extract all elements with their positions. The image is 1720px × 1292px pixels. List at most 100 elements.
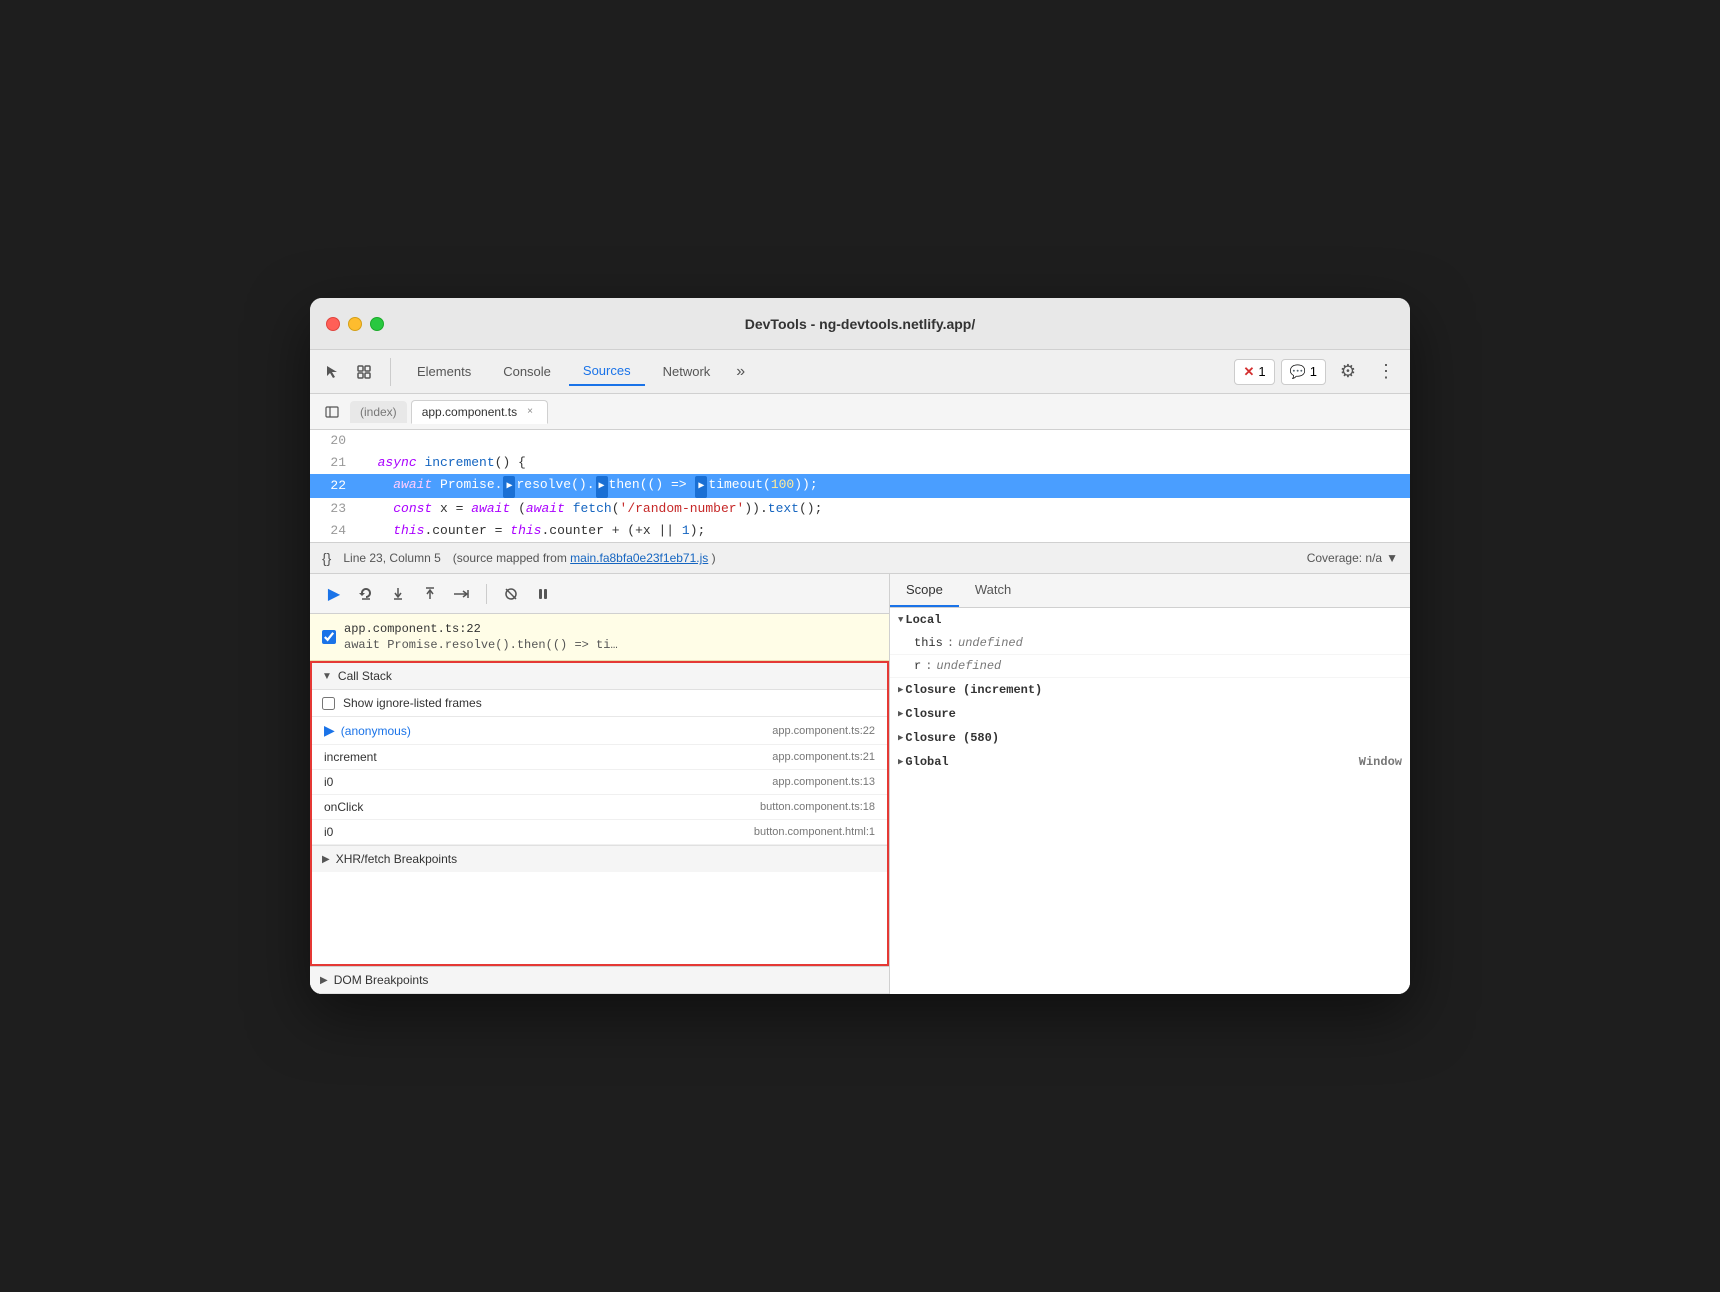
scope-group-closure-580[interactable]: ▶ Closure (580) (890, 726, 1410, 750)
tab-network[interactable]: Network (649, 358, 725, 385)
file-tab-component[interactable]: app.component.ts × (411, 400, 548, 424)
coverage-label: Coverage: n/a (1307, 551, 1382, 565)
error-badge-button[interactable]: ✕ 1 (1234, 359, 1274, 385)
message-badge-button[interactable]: 💬 1 (1281, 359, 1326, 385)
cursor-icon[interactable] (318, 358, 346, 386)
scope-val-this: undefined (958, 636, 1023, 650)
main-tab-bar: Elements Console Sources Network » ✕ 1 💬… (310, 350, 1410, 394)
devtools-window: DevTools - ng-devtools.netlify.app/ Elem… (310, 298, 1410, 994)
closure-triangle-icon: ▶ (898, 709, 903, 719)
call-stack-title: Call Stack (338, 669, 392, 683)
call-stack-location-2: app.component.ts:13 (772, 776, 875, 788)
step-into-button[interactable] (386, 582, 410, 606)
line-number-20: 20 (310, 430, 358, 452)
call-stack-item-2[interactable]: i0 app.component.ts:13 (312, 770, 887, 795)
breakpoint-checkbox[interactable] (322, 630, 336, 644)
scope-group-closure[interactable]: ▶ Closure (890, 702, 1410, 726)
xhr-triangle-icon: ▶ (322, 854, 330, 865)
line-number-23: 23 (310, 498, 358, 520)
call-stack-item-4[interactable]: i0 button.component.html:1 (312, 820, 887, 845)
tab-more[interactable]: » (728, 359, 753, 385)
code-content-23: const x = await (await fetch('/random-nu… (358, 498, 1410, 520)
code-content-21: async increment() { (358, 452, 1410, 474)
close-button[interactable] (326, 317, 340, 331)
file-tab-close-icon[interactable]: × (523, 405, 537, 419)
tab-sources[interactable]: Sources (569, 357, 645, 386)
format-icon[interactable]: {} (322, 550, 331, 566)
tab-icons (318, 358, 391, 386)
scope-key-r: r (914, 659, 921, 673)
dom-breakpoints-section: ▶ DOM Breakpoints (310, 966, 889, 994)
local-group-label: Local (905, 613, 941, 627)
scope-watch-tabs: Scope Watch (890, 574, 1410, 608)
code-line-22: 22 await Promise.▶resolve().▶then(() => … (310, 474, 1410, 498)
call-stack-location-0: app.component.ts:22 (772, 725, 875, 737)
line-number-24: 24 (310, 520, 358, 542)
file-tab-bar: (index) app.component.ts × (310, 394, 1410, 430)
maximize-button[interactable] (370, 317, 384, 331)
scope-group-global[interactable]: ▶ Global Window (890, 750, 1410, 774)
code-line-24: 24 this.counter = this.counter + (+x || … (310, 520, 1410, 542)
step-out-button[interactable] (418, 582, 442, 606)
xhr-breakpoints-section: ▶ XHR/fetch Breakpoints (312, 845, 887, 872)
scope-item-this: this : undefined (890, 632, 1410, 655)
xhr-breakpoints-header[interactable]: ▶ XHR/fetch Breakpoints (312, 845, 887, 872)
call-stack-name-1: increment (324, 750, 377, 764)
dropdown-icon[interactable]: ▼ (1386, 551, 1398, 565)
call-stack-name-2: i0 (324, 775, 333, 789)
tab-elements[interactable]: Elements (403, 358, 485, 385)
show-ignored-checkbox[interactable] (322, 697, 335, 710)
closure-580-triangle-icon: ▶ (898, 733, 903, 743)
scope-content: ▼ Local this : undefined r : undefined ▶… (890, 608, 1410, 994)
call-stack-item-0[interactable]: ▶ (anonymous) app.component.ts:22 (312, 717, 887, 745)
source-mapped-text: (source mapped from main.fa8bfa0e23f1eb7… (453, 551, 716, 565)
minimize-button[interactable] (348, 317, 362, 331)
source-file-link[interactable]: main.fa8bfa0e23f1eb71.js (570, 551, 708, 565)
message-count: 1 (1310, 364, 1317, 379)
tab-console[interactable]: Console (489, 358, 565, 385)
code-editor: 20 21 async increment() { 22 await Promi… (310, 430, 1410, 542)
code-content-22: await Promise.▶resolve().▶then(() => ▶ti… (358, 474, 1410, 498)
more-menu-button[interactable]: ⋮ (1370, 356, 1402, 388)
pause-on-exceptions-button[interactable] (531, 582, 555, 606)
dom-breakpoints-header[interactable]: ▶ DOM Breakpoints (310, 967, 889, 994)
window-title: DevTools - ng-devtools.netlify.app/ (745, 316, 976, 332)
line-number-21: 21 (310, 452, 358, 474)
scope-group-closure-increment[interactable]: ▶ Closure (increment) (890, 678, 1410, 702)
scope-group-local[interactable]: ▼ Local (890, 608, 1410, 632)
status-bar-right: Coverage: n/a ▼ (1307, 551, 1398, 565)
line-number-22: 22 (310, 475, 358, 497)
global-label: Global (905, 755, 948, 769)
step-button[interactable] (450, 582, 474, 606)
closure-increment-label: Closure (increment) (905, 683, 1042, 697)
traffic-lights (326, 317, 384, 331)
tab-scope[interactable]: Scope (890, 574, 959, 607)
sidebar-toggle-icon[interactable] (318, 398, 346, 426)
right-panel: Scope Watch ▼ Local this : undefined r :… (890, 574, 1410, 994)
closure-580-label: Closure (580) (905, 731, 999, 745)
scope-val-r: undefined (936, 659, 1001, 673)
show-ignored-row: Show ignore-listed frames (312, 690, 887, 717)
inspect-icon[interactable] (350, 358, 378, 386)
breakpoint-row: app.component.ts:22 await Promise.resolv… (310, 614, 889, 661)
debug-toolbar: ▶ (310, 574, 889, 614)
call-stack-name-3: onClick (324, 800, 363, 814)
code-content-24: this.counter = this.counter + (+x || 1); (358, 520, 1410, 542)
call-stack-location-4: button.component.html:1 (754, 826, 875, 838)
tab-watch[interactable]: Watch (959, 574, 1027, 607)
file-tab-index[interactable]: (index) (350, 401, 407, 423)
bottom-section: ▶ (310, 574, 1410, 994)
call-stack-item-3[interactable]: onClick button.component.ts:18 (312, 795, 887, 820)
code-line-20: 20 (310, 430, 1410, 452)
step-over-button[interactable] (354, 582, 378, 606)
call-stack-header[interactable]: ▼ Call Stack (312, 663, 887, 690)
call-stack-item-1[interactable]: increment app.component.ts:21 (312, 745, 887, 770)
deactivate-breakpoints-button[interactable] (499, 582, 523, 606)
code-line-21: 21 async increment() { (310, 452, 1410, 474)
tab-bar-right: ✕ 1 💬 1 ⚙ ⋮ (1234, 356, 1402, 388)
settings-button[interactable]: ⚙ (1332, 356, 1364, 388)
call-stack-location-1: app.component.ts:21 (772, 751, 875, 763)
breakpoint-filename: app.component.ts:22 (344, 622, 618, 636)
resume-button[interactable]: ▶ (322, 582, 346, 606)
xhr-breakpoints-title: XHR/fetch Breakpoints (336, 852, 457, 866)
